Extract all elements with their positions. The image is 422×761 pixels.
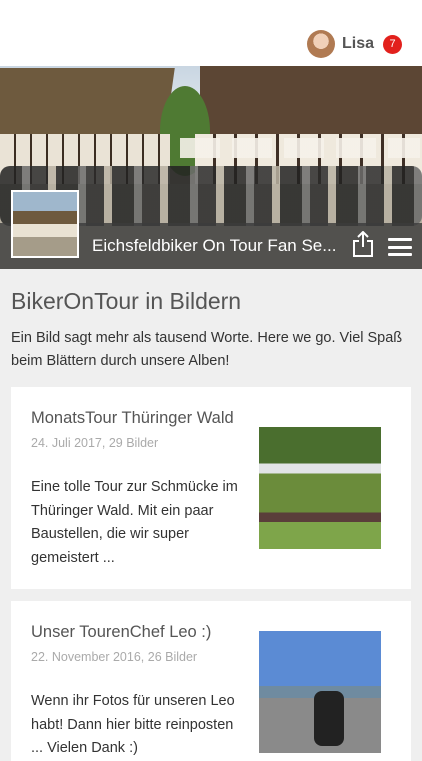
top-bar: Lisa 7 [0, 0, 422, 66]
avatar[interactable] [306, 30, 335, 58]
cover-header: Eichsfeldbiker On Tour Fan Se... [0, 66, 422, 269]
hamburger-menu-icon[interactable] [388, 238, 412, 256]
section-title: BikerOnTour in Bildern [11, 288, 242, 314]
notification-badge[interactable]: 7 [383, 34, 402, 54]
album-card[interactable]: MonatsTour Thüringer Wald 24. Juli 2017,… [11, 387, 411, 589]
album-description: Eine tolle Tour zur Schmücke im Thüringe… [31, 479, 238, 566]
album-meta: 24. Juli 2017, 29 Bilder [31, 436, 159, 450]
album-meta: 22. November 2016, 26 Bilder [31, 650, 198, 664]
section-intro: Ein Bild sagt mehr als tausend Worte. He… [11, 330, 403, 369]
album-title[interactable]: Unser TourenChef Leo :) [31, 623, 211, 642]
album-title[interactable]: MonatsTour Thüringer Wald [31, 409, 234, 428]
album-card[interactable]: Unser TourenChef Leo :) 22. November 201… [11, 601, 411, 761]
user-menu[interactable]: Lisa 7 [306, 29, 402, 59]
share-icon[interactable] [352, 231, 374, 257]
album-cover-image[interactable] [259, 631, 381, 753]
page-profile-thumbnail[interactable] [11, 190, 79, 258]
album-cover-image[interactable] [259, 427, 381, 549]
username[interactable]: Lisa [342, 35, 374, 53]
page-title[interactable]: Eichsfeldbiker On Tour Fan Se... [92, 236, 342, 256]
